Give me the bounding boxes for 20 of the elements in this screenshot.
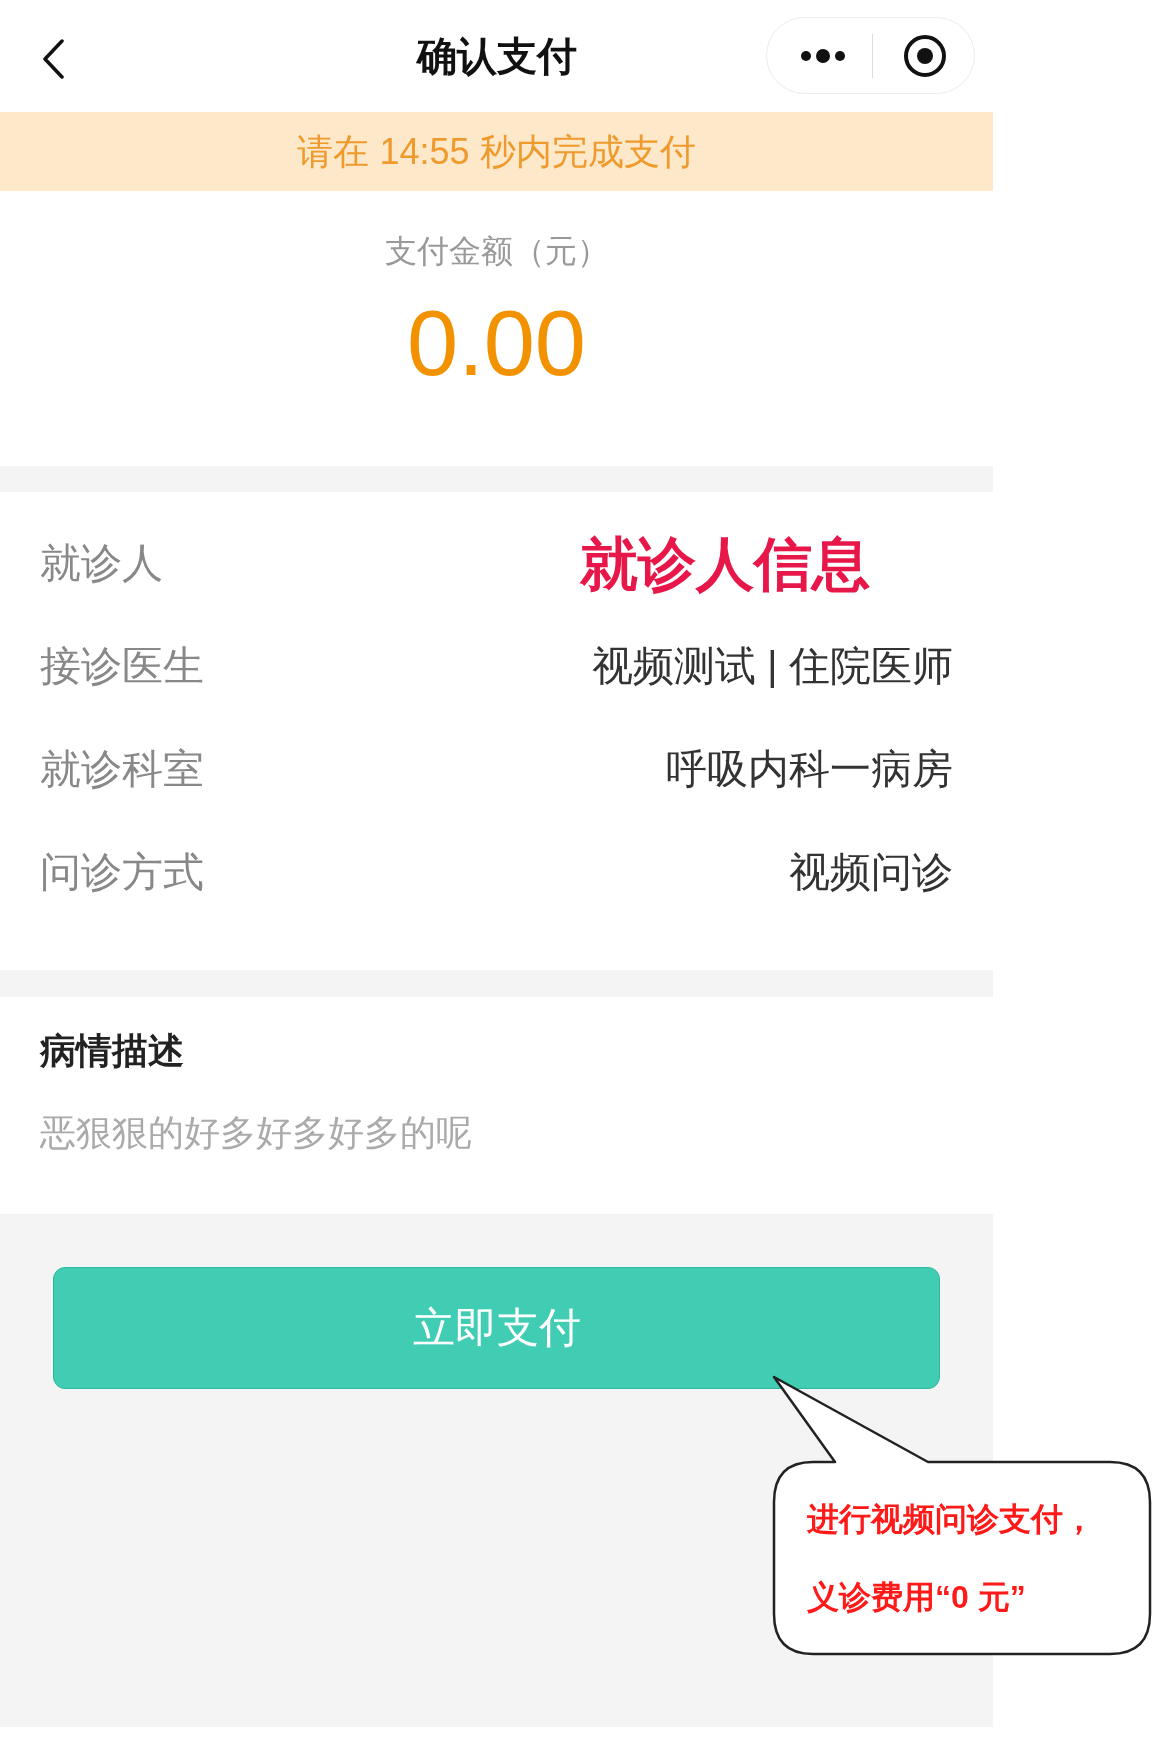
detail-label: 就诊科室 (40, 749, 204, 790)
amount-label: 支付金额（元） (384, 232, 609, 271)
page-title: 确认支付 (416, 36, 577, 76)
pay-button[interactable]: 立即支付 (53, 1267, 940, 1389)
detail-label: 就诊人 (40, 543, 163, 584)
detail-value: 视频问诊 (789, 852, 953, 893)
detail-value: 呼吸内科一病房 (666, 749, 953, 790)
target-icon[interactable] (903, 33, 947, 78)
annotation-text: 就诊人信息 (580, 534, 870, 593)
callout-text: 义诊费用“0 元” (807, 1578, 1027, 1617)
back-icon[interactable] (42, 39, 64, 79)
countdown-banner: 请在 14:55 秒内完成支付 (0, 112, 993, 191)
section-title: 病情描述 (40, 1029, 185, 1073)
more-icon[interactable] (800, 48, 846, 63)
amount-value: 0.00 (406, 293, 587, 393)
callout-text: 进行视频问诊支付， (807, 1500, 1095, 1539)
detail-label: 接诊医生 (40, 646, 204, 687)
detail-value: 视频测试 | 住院医师 (591, 646, 953, 687)
description-text: 恶狠狠的好多好多好多的呢 (40, 1111, 473, 1155)
detail-label: 问诊方式 (40, 852, 204, 893)
